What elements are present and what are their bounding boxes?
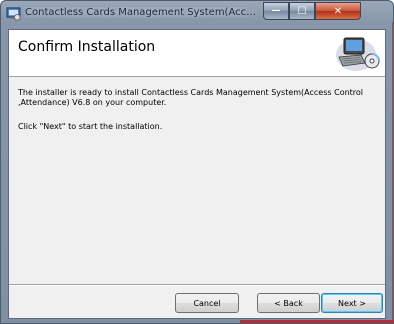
window-title: Contactless Cards Management System(Acce… — [25, 7, 260, 18]
back-button[interactable]: < Back — [257, 293, 320, 313]
click-next-instruction: Click "Next" to start the installation. — [18, 122, 163, 131]
dialog-client-area: Confirm Installation The installer is re… — [8, 29, 386, 319]
maximize-button[interactable]: ☐ — [289, 2, 315, 20]
header-banner: Confirm Installation — [9, 30, 385, 77]
page-title: Confirm Installation — [18, 39, 156, 55]
installer-app-icon — [6, 7, 21, 21]
ready-to-install-text: The installer is ready to install Contac… — [18, 88, 364, 107]
cancel-button[interactable]: Cancel — [175, 293, 239, 313]
background-taskbar-edge — [240, 320, 394, 323]
footer-divider — [9, 284, 385, 286]
maximize-icon: ☐ — [297, 5, 307, 17]
minimize-button[interactable]: — — [263, 2, 289, 20]
computer-with-cd-icon — [336, 37, 380, 71]
close-button[interactable]: ✕ — [315, 2, 361, 20]
next-button[interactable]: Next > — [321, 293, 383, 313]
installer-window: Contactless Cards Management System(Acce… — [0, 0, 394, 324]
title-bar[interactable]: Contactless Cards Management System(Acce… — [1, 1, 393, 27]
minimize-icon: — — [271, 6, 281, 16]
close-icon: ✕ — [333, 5, 343, 17]
